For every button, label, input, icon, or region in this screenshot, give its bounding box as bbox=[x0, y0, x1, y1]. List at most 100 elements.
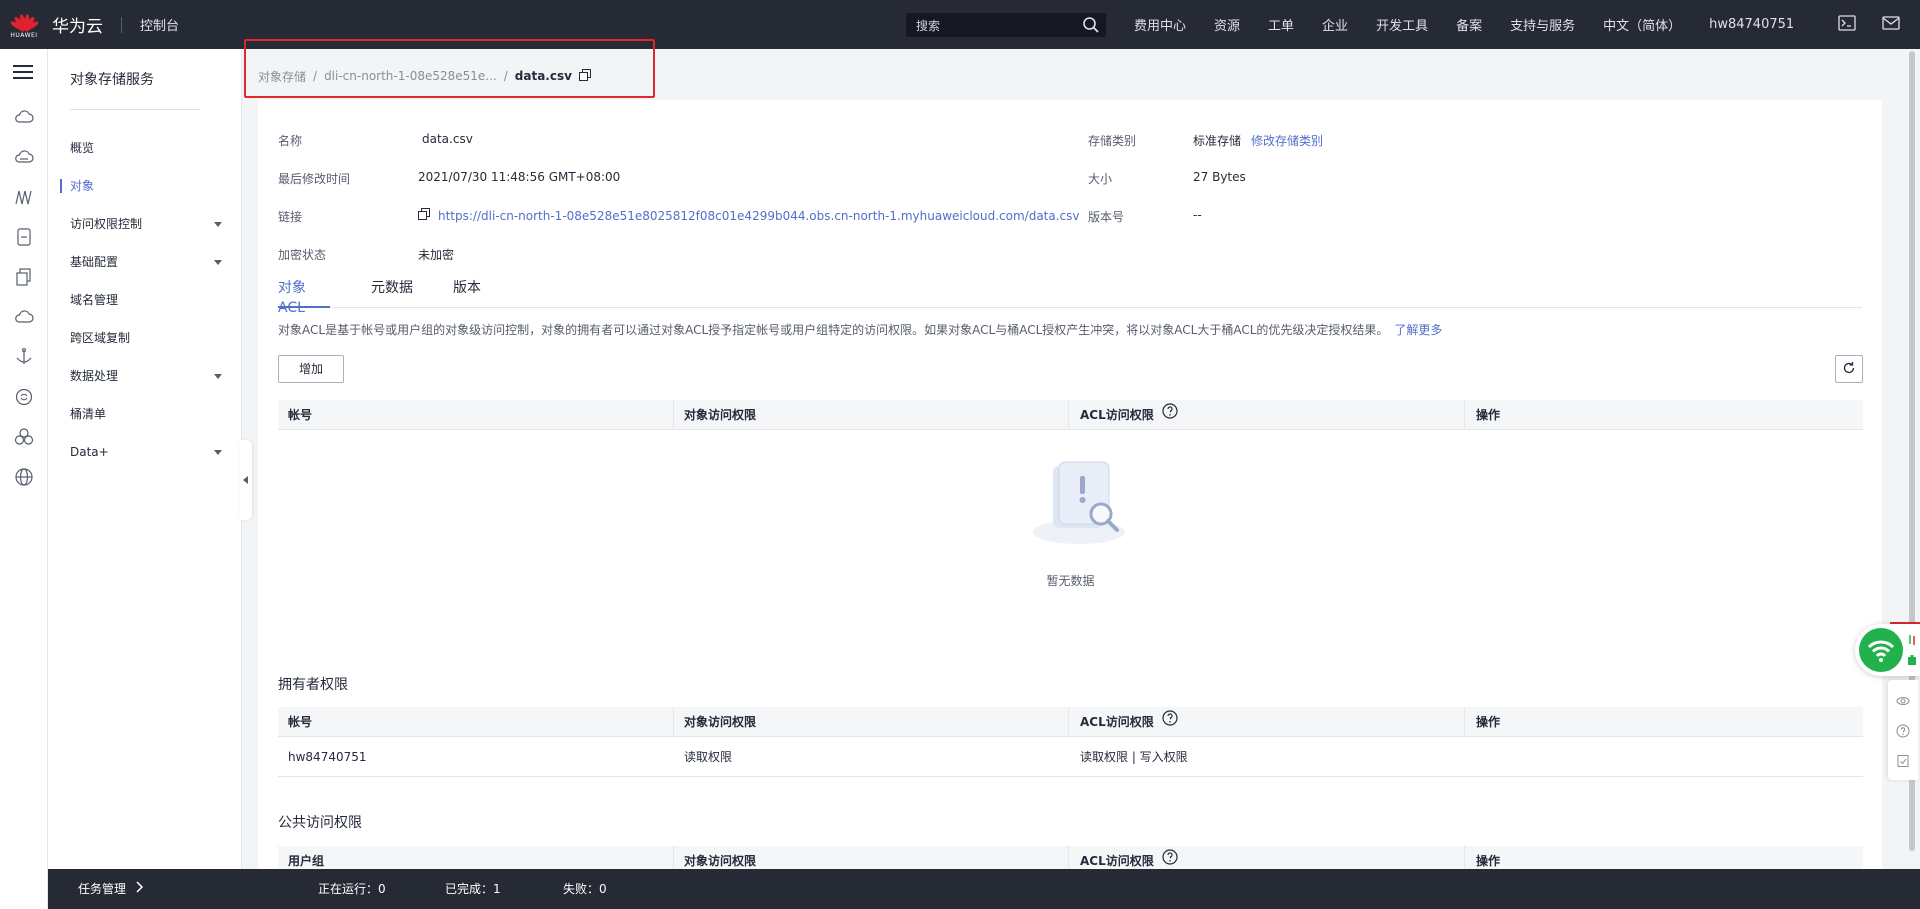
cloud-service-icon[interactable] bbox=[1896, 694, 1910, 711]
caret-down-icon bbox=[214, 222, 222, 227]
sidebar-collapse-handle[interactable] bbox=[240, 440, 252, 520]
prop-value: -- bbox=[1193, 208, 1202, 222]
sidebar-item-label: 数据处理 bbox=[70, 369, 119, 383]
failed-count: 失败：0 bbox=[563, 869, 607, 909]
document-icon[interactable] bbox=[14, 227, 34, 247]
tab-versions[interactable]: 版本 bbox=[453, 278, 481, 308]
highlight-annotation-box bbox=[244, 39, 655, 98]
hamburger-menu-icon[interactable] bbox=[13, 64, 33, 83]
failed-label: 失败： bbox=[563, 882, 600, 896]
terminal-icon[interactable] bbox=[1838, 15, 1856, 34]
top-icon-group bbox=[1838, 0, 1900, 49]
help-icon[interactable] bbox=[1162, 400, 1178, 430]
sidebar-item-basic-config[interactable]: 基础配置 bbox=[48, 243, 242, 281]
divider bbox=[121, 16, 122, 33]
column-header: 帐号 bbox=[288, 408, 313, 422]
refresh-button[interactable] bbox=[1835, 355, 1863, 383]
completed-value: 1 bbox=[493, 882, 501, 896]
no-data-illustration bbox=[1031, 460, 1131, 553]
detail-tabs: 对象ACL 元数据 版本 bbox=[278, 278, 1862, 316]
sidebar-item-bucket-inventory[interactable]: 桶清单 bbox=[48, 395, 242, 433]
network-icon[interactable] bbox=[14, 187, 34, 207]
copy-link-icon[interactable] bbox=[418, 208, 430, 223]
prop-label: 版本号 bbox=[1088, 210, 1125, 224]
sidebar-item-objects[interactable]: 对象 bbox=[48, 167, 242, 205]
prop-value: 27 Bytes bbox=[1193, 170, 1246, 184]
global-search-input[interactable]: 搜索 bbox=[906, 13, 1106, 37]
task-management-toggle[interactable]: 任务管理 bbox=[78, 869, 144, 909]
caret-down-icon bbox=[214, 450, 222, 455]
globe-icon[interactable] bbox=[14, 467, 34, 487]
console-link[interactable]: 控制台 bbox=[140, 15, 179, 34]
logo-wordmark: HUAWEI bbox=[10, 32, 38, 39]
empty-state-text: 暂无数据 bbox=[1046, 574, 1095, 588]
caret-down-icon bbox=[214, 260, 222, 265]
object-url-link[interactable]: https://dli-cn-north-1-08e528e51e8025812… bbox=[438, 209, 1080, 223]
sidebar-nav: 概览 对象 访问权限控制 基础配置 域名管理 跨区域复制 数据处理 桶清单 Da… bbox=[48, 129, 242, 471]
public-permissions-title: 公共访问权限 bbox=[278, 815, 362, 831]
help-icon[interactable] bbox=[1162, 707, 1178, 737]
prop-value: data.csv bbox=[422, 132, 473, 146]
cell-account: hw84740751 bbox=[288, 750, 367, 764]
chevron-right-icon bbox=[136, 869, 144, 909]
table-header: 帐号 对象访问权限 ACL访问权限 操作 bbox=[278, 707, 1863, 737]
owner-permissions-table: 帐号 对象访问权限 ACL访问权限 操作 hw84740751 读取权限 读取权… bbox=[278, 707, 1863, 777]
service-sidebar: 对象存储服务 概览 对象 访问权限控制 基础配置 域名管理 跨区域复制 数据处理… bbox=[48, 49, 242, 869]
sidebar-item-domain-management[interactable]: 域名管理 bbox=[48, 281, 242, 319]
nav-language[interactable]: 中文（简体） bbox=[1603, 15, 1681, 34]
column-header: 操作 bbox=[1476, 715, 1501, 729]
add-acl-button[interactable]: 增加 bbox=[278, 355, 344, 383]
sidebar-item-access-control[interactable]: 访问权限控制 bbox=[48, 205, 242, 243]
running-label: 正在运行： bbox=[318, 882, 379, 896]
help-icon[interactable] bbox=[1896, 724, 1910, 741]
acl-description: 对象ACL是基于帐号或用户组的对象级访问控制，对象的拥有者可以通过对象ACL授予… bbox=[278, 321, 1442, 338]
column-header: 帐号 bbox=[288, 715, 313, 729]
nav-tickets[interactable]: 工单 bbox=[1268, 15, 1294, 34]
learn-more-link[interactable]: 了解更多 bbox=[1394, 323, 1442, 337]
table-header: 帐号 对象访问权限 ACL访问权限 操作 bbox=[278, 400, 1863, 430]
sidebar-item-label: 域名管理 bbox=[70, 293, 119, 307]
sidebar-item-label: 概览 bbox=[70, 141, 95, 155]
copy-icon[interactable] bbox=[14, 267, 34, 287]
nav-enterprise[interactable]: 企业 bbox=[1322, 15, 1348, 34]
cluster-icon[interactable] bbox=[14, 427, 34, 447]
acl-table: 帐号 对象访问权限 ACL访问权限 操作 暂无数据 bbox=[278, 400, 1863, 620]
sidebar-item-overview[interactable]: 概览 bbox=[48, 129, 242, 167]
search-placeholder: 搜索 bbox=[916, 18, 941, 33]
nav-icp-filing[interactable]: 备案 bbox=[1456, 15, 1482, 34]
search-icon[interactable] bbox=[1082, 16, 1100, 37]
brand-name[interactable]: 华为云 bbox=[52, 12, 103, 37]
mail-icon[interactable] bbox=[1882, 15, 1900, 34]
change-storage-class-link[interactable]: 修改存储类别 bbox=[1251, 134, 1323, 148]
sidebar-item-label: 对象 bbox=[70, 179, 95, 193]
column-header: 对象访问权限 bbox=[684, 715, 757, 729]
sidebar-item-cross-region-replication[interactable]: 跨区域复制 bbox=[48, 319, 242, 357]
column-header: 对象访问权限 bbox=[684, 408, 757, 422]
feedback-icon[interactable] bbox=[1896, 754, 1910, 771]
nav-billing[interactable]: 费用中心 bbox=[1134, 15, 1186, 34]
sidebar-item-data-processing[interactable]: 数据处理 bbox=[48, 357, 242, 395]
network-speed-widget[interactable] bbox=[1855, 624, 1920, 676]
sidebar-item-data-plus[interactable]: Data+ bbox=[48, 433, 242, 471]
sidebar-item-label: 基础配置 bbox=[70, 255, 119, 269]
prop-value: 标准存储 bbox=[1193, 134, 1242, 148]
nav-resources[interactable]: 资源 bbox=[1214, 15, 1240, 34]
completed-label: 已完成： bbox=[445, 882, 494, 896]
prop-label: 加密状态 bbox=[278, 248, 327, 262]
anchor-icon[interactable] bbox=[14, 347, 34, 367]
huawei-logo[interactable]: HUAWEI bbox=[0, 0, 48, 49]
column-header: ACL访问权限 bbox=[1080, 408, 1154, 422]
completed-count: 已完成：1 bbox=[445, 869, 501, 909]
object-detail-card: 名称 data.csv 最后修改时间 2021/07/30 11:48:56 G… bbox=[258, 100, 1882, 890]
sync-icon[interactable] bbox=[14, 387, 34, 407]
nav-dev-tools[interactable]: 开发工具 bbox=[1376, 15, 1428, 34]
cloud-upload-icon[interactable] bbox=[14, 307, 34, 327]
cloud-drive-icon[interactable] bbox=[14, 147, 34, 167]
nav-support[interactable]: 支持与服务 bbox=[1510, 15, 1575, 34]
cloud-icon[interactable] bbox=[14, 107, 34, 127]
tab-metadata[interactable]: 元数据 bbox=[371, 278, 413, 308]
nav-username[interactable]: hw84740751 bbox=[1709, 17, 1794, 32]
wifi-icon bbox=[1859, 628, 1903, 672]
tab-object-acl[interactable]: 对象ACL bbox=[278, 278, 330, 316]
prop-label: 大小 bbox=[1088, 172, 1113, 186]
